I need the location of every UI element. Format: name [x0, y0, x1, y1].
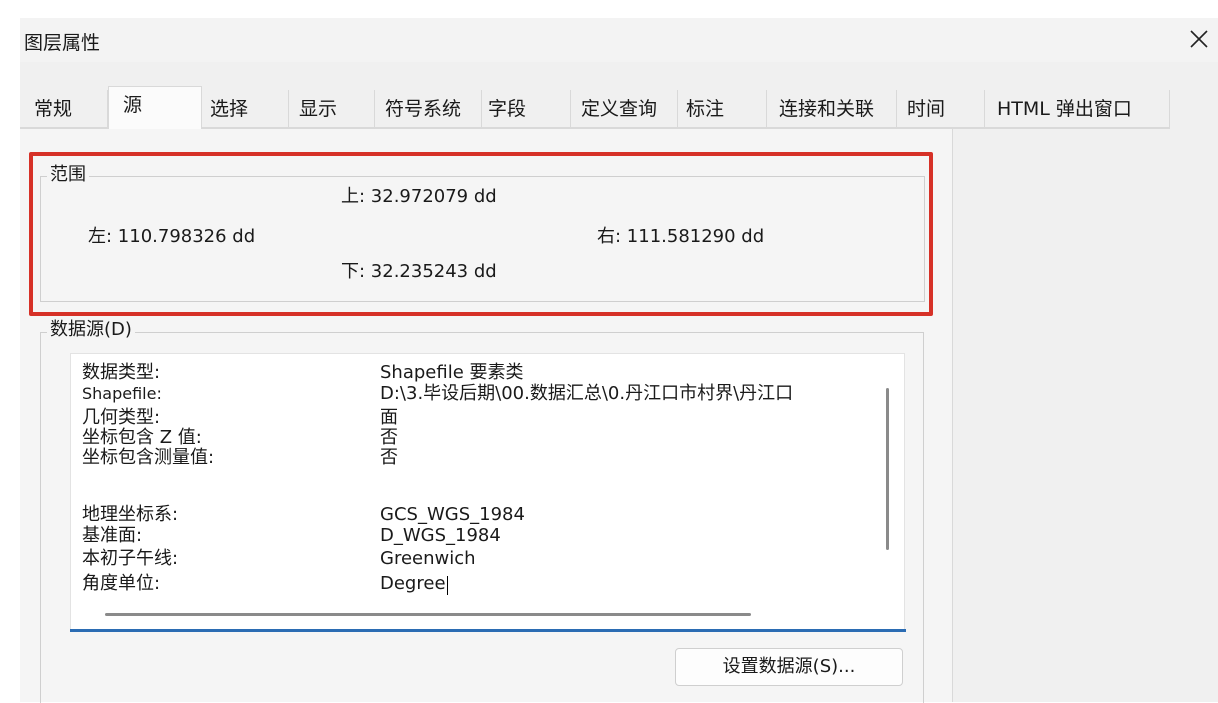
ds-value-angular-unit: Degree: [380, 573, 446, 594]
ds-value-data-type: Shapefile 要素类: [380, 362, 524, 383]
set-data-source-button[interactable]: 设置数据源(S)...: [675, 648, 903, 686]
tab-general[interactable]: 常规: [20, 90, 108, 128]
tab-fields[interactable]: 字段: [482, 90, 571, 128]
tab-joins-relates[interactable]: 连接和关联: [767, 90, 897, 128]
ds-value-shapefile: D:\3.毕设后期\00.数据汇总\0.丹江口市村界\丹江口: [380, 383, 794, 404]
window-title: 图层属性: [24, 32, 101, 54]
tab-display[interactable]: 显示: [289, 90, 375, 128]
tab-strip: 常规 源 选择 显示 符号系统 字段 定义查询 标注 连接和关联 时间 HTML…: [20, 86, 1170, 129]
ds-label-geometry-type: 几何类型:: [82, 407, 161, 428]
tab-selection[interactable]: 选择: [202, 90, 289, 128]
layer-properties-window: 图层属性 常规 源 选择 显示 符号系统 字段 定义查询 标注 连接和关联 时间…: [0, 0, 1218, 703]
ds-value-datum: D_WGS_1984: [380, 525, 501, 546]
title-bar: 图层属性: [20, 18, 1218, 62]
tab-labels[interactable]: 标注: [678, 90, 767, 128]
ds-label-has-z: 坐标包含 Z 值:: [82, 427, 202, 448]
focus-underline: [70, 629, 906, 632]
ds-label-datum: 基准面:: [82, 525, 143, 546]
extent-group-title: 范围: [47, 165, 89, 185]
ds-value-gcs: GCS_WGS_1984: [380, 504, 525, 525]
data-source-group-title: 数据源(D): [47, 320, 135, 340]
ds-value-has-z: 否: [380, 427, 398, 448]
tab-symbology[interactable]: 符号系统: [375, 90, 482, 128]
tab-html-popup[interactable]: HTML 弹出窗口: [985, 90, 1170, 128]
ds-label-data-type: 数据类型:: [82, 362, 161, 383]
extent-left: 左: 110.798326 dd: [88, 226, 256, 247]
tab-definition-query[interactable]: 定义查询: [571, 90, 678, 128]
tab-source[interactable]: 源: [108, 86, 202, 129]
text-caret: [447, 576, 448, 595]
extent-top: 上: 32.972079 dd: [341, 186, 497, 207]
vertical-scrollbar-thumb[interactable]: [886, 388, 889, 550]
close-button[interactable]: [1184, 24, 1214, 54]
horizontal-scrollbar-thumb[interactable]: [105, 613, 751, 616]
tab-time[interactable]: 时间: [897, 90, 985, 128]
ds-value-prime-meridian: Greenwich: [380, 548, 476, 569]
ds-label-gcs: 地理坐标系:: [82, 504, 179, 525]
extent-bottom: 下: 32.235243 dd: [341, 261, 497, 282]
ds-value-geometry-type: 面: [380, 407, 398, 428]
ds-label-shapefile: Shapefile:: [82, 384, 162, 403]
ds-label-angular-unit: 角度单位:: [82, 573, 161, 594]
ds-label-prime-meridian: 本初子午线:: [82, 548, 179, 569]
extent-right: 右: 111.581290 dd: [597, 226, 765, 247]
close-icon: [1190, 30, 1208, 48]
ds-value-has-m: 否: [380, 447, 398, 468]
ds-label-has-m: 坐标包含测量值:: [82, 447, 215, 468]
